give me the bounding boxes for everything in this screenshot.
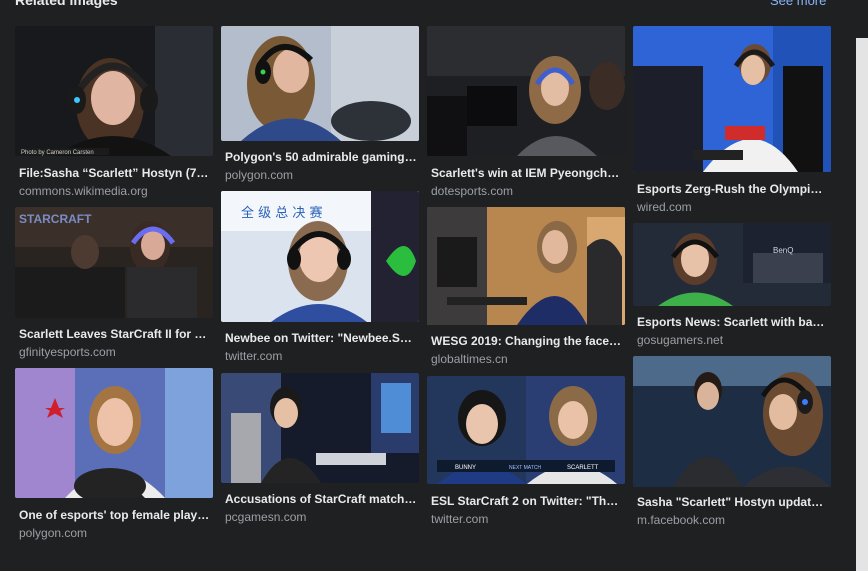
image-result-card[interactable]: Polygon's 50 admirable gaming p... polyg… <box>221 26 419 186</box>
result-caption[interactable]: Scarlett's win at IEM Pyeongcha... <box>431 166 623 180</box>
result-thumbnail[interactable]: STARCRAFT <box>15 207 213 318</box>
result-source: commons.wikimedia.org <box>19 184 148 198</box>
result-thumbnail[interactable]: 全 级 总 决 赛 <box>221 191 419 322</box>
overlay-player-right: SCARLETT <box>567 465 599 471</box>
benq-logo: BenQ <box>773 246 793 255</box>
result-caption[interactable]: Accusations of StarCraft match-f... <box>225 492 417 506</box>
result-thumbnail[interactable]: BenQ <box>633 223 831 306</box>
image-result-card[interactable]: BUNNY NEXT MATCH SCARLETT ESL StarCraft … <box>427 376 625 532</box>
starcraft-logo: STARCRAFT <box>19 212 92 226</box>
panel-title: Related images <box>15 0 118 8</box>
result-thumbnail[interactable] <box>427 26 625 156</box>
image-result-card[interactable]: BenQ Esports News: Scarlett with bac... … <box>633 223 831 349</box>
result-thumbnail[interactable] <box>15 368 213 498</box>
image-result-card[interactable]: WESG 2019: Changing the face o... global… <box>427 207 625 366</box>
result-caption[interactable]: ESL StarCraft 2 on Twitter: "The ... <box>431 494 623 508</box>
result-source: m.facebook.com <box>637 513 726 527</box>
result-caption[interactable]: Scarlett Leaves StarCraft II for D... <box>19 327 211 341</box>
result-caption[interactable]: Esports News: Scarlett with bac... <box>637 315 829 329</box>
result-source: wired.com <box>637 200 692 214</box>
result-thumbnail[interactable]: BUNNY NEXT MATCH SCARLETT <box>427 376 625 484</box>
result-caption[interactable]: Sasha "Scarlett" Hostyn updated... <box>637 495 829 509</box>
svg-text:全 级 总 决 赛: 全 级 总 决 赛 <box>241 205 323 221</box>
overlay-player-left: BUNNY <box>455 465 476 471</box>
result-source: dotesports.com <box>431 184 514 198</box>
result-thumbnail[interactable] <box>427 207 625 325</box>
result-thumbnail[interactable] <box>221 373 419 483</box>
result-caption[interactable]: Newbee on Twitter: "Newbee.Sca... <box>225 331 417 345</box>
image-result-card[interactable]: 全 级 总 决 赛 Newbee on Twitter: "Newbee.Sca… <box>221 191 419 363</box>
panel-header: Related images See more <box>0 0 845 14</box>
result-source: globaltimes.cn <box>431 352 508 366</box>
scrollbar-thumb[interactable] <box>856 38 868 571</box>
result-caption[interactable]: Polygon's 50 admirable gaming p... <box>225 150 417 164</box>
result-caption[interactable]: File:Sasha “Scarlett” Hostyn (759... <box>19 166 211 180</box>
result-source: pcgamesn.com <box>225 510 307 524</box>
image-result-card[interactable]: One of esports' top female playe... poly… <box>15 368 213 546</box>
result-caption[interactable]: One of esports' top female playe... <box>19 508 211 522</box>
result-thumbnail[interactable] <box>221 26 419 141</box>
result-source: polygon.com <box>225 168 294 182</box>
result-thumbnail[interactable] <box>633 356 831 487</box>
related-images-panel: Related images See more Photo by Cameron… <box>0 0 868 571</box>
result-source: polygon.com <box>19 526 88 540</box>
result-caption[interactable]: Esports Zerg-Rush the Olympics... <box>637 182 829 196</box>
image-result-card[interactable]: Photo by Cameron Carsten File:Sasha “Sca… <box>15 26 213 198</box>
image-result-card[interactable]: Esports Zerg-Rush the Olympics... wired.… <box>633 26 831 216</box>
result-source: twitter.com <box>431 512 489 526</box>
result-thumbnail[interactable]: Photo by Cameron Carsten <box>15 26 213 156</box>
image-result-card[interactable]: Sasha "Scarlett" Hostyn updated... m.fac… <box>633 356 831 532</box>
result-source: gfinityesports.com <box>19 345 116 359</box>
image-result-card[interactable]: Scarlett's win at IEM Pyeongcha... dotes… <box>427 26 625 198</box>
result-thumbnail[interactable] <box>633 26 831 172</box>
overlay-next-match: NEXT MATCH <box>509 465 541 471</box>
photo-credit: Photo by Cameron Carsten <box>21 150 94 156</box>
image-result-card[interactable]: Accusations of StarCraft match-f... pcga… <box>221 373 419 529</box>
result-source: twitter.com <box>225 349 283 363</box>
image-result-card[interactable]: STARCRAFT Scarlett Leaves StarCraft II f… <box>15 207 213 363</box>
result-source: gosugamers.net <box>637 333 724 347</box>
result-caption[interactable]: WESG 2019: Changing the face o... <box>431 334 623 348</box>
see-more-link[interactable]: See more <box>770 0 826 8</box>
